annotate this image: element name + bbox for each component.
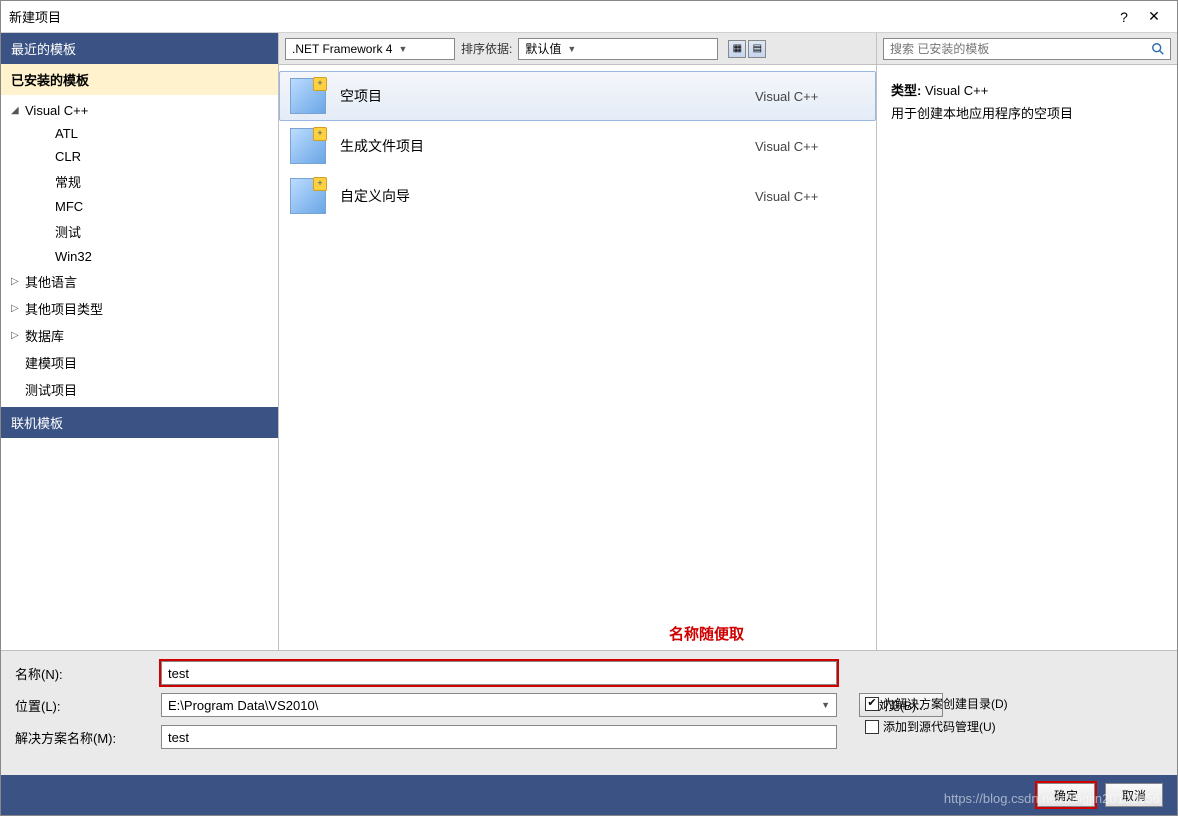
framework-selector[interactable]: .NET Framework 4 ▼ [285, 38, 455, 60]
add-scc-checkbox[interactable] [865, 720, 879, 734]
project-icon [290, 78, 326, 114]
location-label: 位置(L): [15, 696, 155, 715]
sort-selector[interactable]: 默认值 ▼ [518, 38, 718, 60]
view-small-icon[interactable]: ▦ [728, 40, 746, 58]
tree-sibling[interactable]: 建模项目 [1, 349, 278, 376]
project-icon [290, 128, 326, 164]
tree-child[interactable]: MFC [1, 195, 278, 218]
create-dir-label: 为解决方案创建目录(D) [883, 695, 1008, 712]
help-button[interactable]: ? [1109, 5, 1139, 29]
solution-name-label: 解决方案名称(M): [15, 728, 155, 747]
template-custom-wizard[interactable]: 自定义向导 Visual C++ [279, 171, 876, 221]
template-makefile-project[interactable]: 生成文件项目 Visual C++ [279, 121, 876, 171]
titlebar: 新建项目 ? ✕ [1, 1, 1177, 33]
dialog-footer: 确定 取消 [1, 775, 1177, 815]
tree-child[interactable]: CLR [1, 145, 278, 168]
sidebar-recent-templates[interactable]: 最近的模板 [1, 33, 278, 64]
collapsed-icon: ▷ [11, 330, 25, 341]
new-project-dialog: 新建项目 ? ✕ 最近的模板 已安装的模板 ◢ Visual C++ ATL C… [0, 0, 1178, 816]
type-label: 类型: [891, 83, 921, 98]
template-tree: ◢ Visual C++ ATL CLR 常规 MFC 测试 Win32 ▷其他… [1, 95, 278, 407]
tree-sibling[interactable]: ▷其他项目类型 [1, 295, 278, 322]
chevron-down-icon: ▼ [821, 700, 830, 710]
solution-name-field[interactable] [161, 725, 837, 749]
info-panel: 类型: Visual C++ 用于创建本地应用程序的空项目 [877, 65, 1177, 140]
tree-child[interactable]: 常规 [1, 168, 278, 195]
tree-sibling[interactable]: ▷其他语言 [1, 268, 278, 295]
location-field[interactable]: E:\Program Data\VS2010\ ▼ [161, 693, 837, 717]
name-label: 名称(N): [15, 664, 155, 683]
search-input-wrapper[interactable] [883, 38, 1171, 60]
create-dir-checkbox[interactable]: ✔ [865, 697, 879, 711]
sidebar-online-templates[interactable]: 联机模板 [1, 407, 278, 438]
toolbar: .NET Framework 4 ▼ 排序依据: 默认值 ▼ ▦ ▤ [279, 33, 876, 65]
tree-child[interactable]: ATL [1, 122, 278, 145]
tree-child[interactable]: 测试 [1, 218, 278, 245]
description: 用于创建本地应用程序的空项目 [891, 102, 1163, 125]
expand-icon: ◢ [11, 105, 25, 116]
sidebar: 最近的模板 已安装的模板 ◢ Visual C++ ATL CLR 常规 MFC… [1, 33, 279, 650]
collapsed-icon: ▷ [11, 303, 25, 314]
tree-child[interactable]: Win32 [1, 245, 278, 268]
tree-sibling[interactable]: ▷数据库 [1, 322, 278, 349]
add-scc-label: 添加到源代码管理(U) [883, 718, 996, 735]
sidebar-installed-templates[interactable]: 已安装的模板 [1, 64, 278, 95]
tree-sibling[interactable]: 测试项目 [1, 376, 278, 403]
window-title: 新建项目 [9, 7, 61, 26]
close-button[interactable]: ✕ [1139, 5, 1169, 29]
ok-button[interactable]: 确定 [1037, 783, 1095, 807]
search-input[interactable] [888, 40, 1150, 58]
search-icon[interactable] [1150, 41, 1166, 57]
tree-root-visual-cpp[interactable]: ◢ Visual C++ [1, 99, 278, 122]
project-icon [290, 178, 326, 214]
type-value: Visual C++ [925, 83, 988, 98]
chevron-down-icon: ▼ [398, 44, 407, 54]
form-area: 名称(N): 位置(L): E:\Program Data\VS2010\ ▼ … [1, 650, 1177, 775]
cancel-button[interactable]: 取消 [1105, 783, 1163, 807]
sort-label: 排序依据: [461, 40, 512, 57]
annotation-text: 名称随便取 [669, 623, 744, 644]
view-medium-icon[interactable]: ▤ [748, 40, 766, 58]
template-empty-project[interactable]: 空项目 Visual C++ [279, 71, 876, 121]
name-field[interactable] [161, 661, 837, 685]
chevron-down-icon: ▼ [567, 44, 576, 54]
template-list: 空项目 Visual C++ 生成文件项目 Visual C++ 自定义向导 V… [279, 65, 876, 650]
collapsed-icon: ▷ [11, 276, 25, 287]
